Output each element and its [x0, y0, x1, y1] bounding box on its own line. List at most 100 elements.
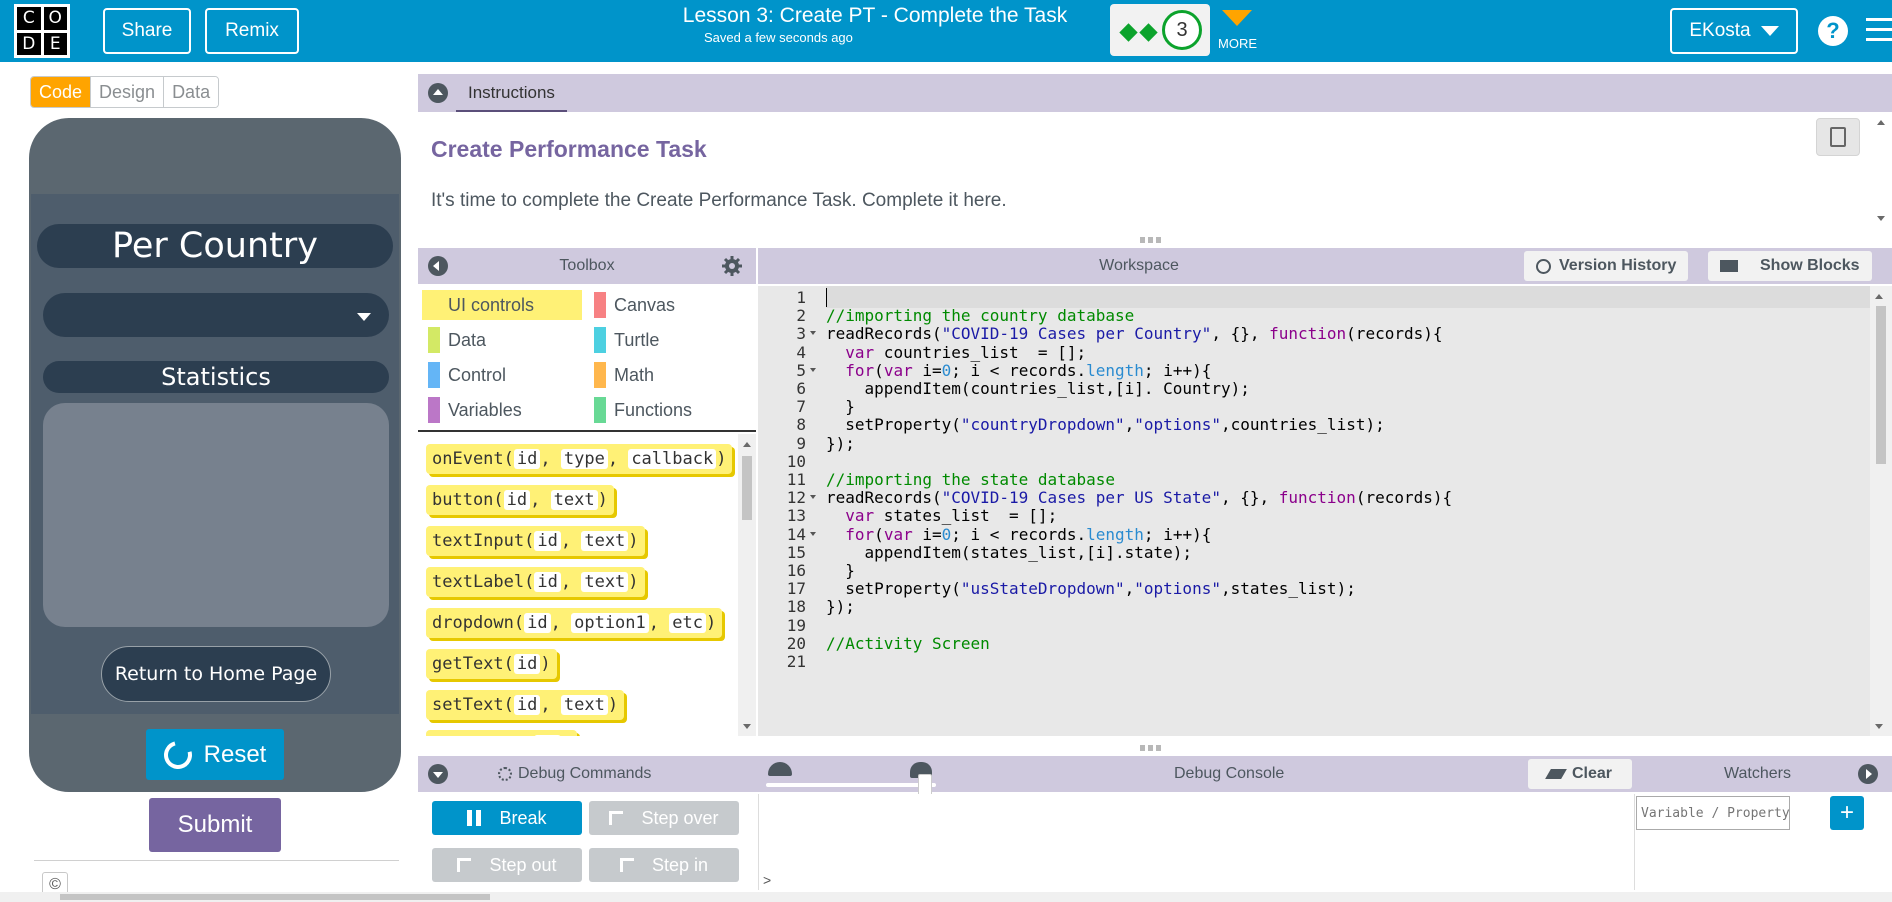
version-history-button[interactable]: Version History	[1524, 251, 1689, 281]
phone-frame: Per Country Statistics Return to Home Pa…	[29, 118, 401, 792]
instructions-tab[interactable]: Instructions	[456, 74, 567, 112]
statistics-text-area[interactable]	[43, 403, 389, 627]
resize-grip-icon[interactable]	[1140, 745, 1162, 751]
instructions-scrollbar[interactable]	[1872, 112, 1892, 230]
category-turtle[interactable]: Turtle	[588, 325, 748, 355]
scroll-up-icon[interactable]	[1875, 294, 1883, 299]
hamburger-menu-icon[interactable]	[1866, 18, 1892, 44]
gear-icon[interactable]	[722, 256, 742, 276]
scroll-up-icon[interactable]	[1877, 120, 1885, 125]
code-org-logo[interactable]: C O D E	[14, 4, 70, 58]
code-line[interactable]: var countries_list = [];	[826, 343, 1086, 362]
show-blocks-button[interactable]: Show Blocks	[1708, 251, 1872, 281]
watch-expression-input[interactable]	[1636, 796, 1790, 830]
clear-console-button[interactable]: Clear	[1528, 759, 1632, 789]
remix-button[interactable]: Remix	[205, 8, 299, 54]
block-settext[interactable]: setText(id, text)	[426, 690, 625, 720]
workspace-header: Workspace Version History Show Blocks	[758, 248, 1892, 284]
speed-slider[interactable]	[766, 762, 936, 796]
code-line[interactable]: setProperty("countryDropdown","options",…	[826, 415, 1384, 434]
code-line[interactable]: for(var i=0; i < records.length; i++){	[826, 361, 1211, 380]
scroll-down-icon[interactable]	[1877, 216, 1885, 221]
collapse-up-icon[interactable]	[428, 83, 448, 103]
fold-toggle-icon[interactable]	[810, 367, 816, 372]
help-icon[interactable]: ?	[1818, 16, 1848, 46]
category-functions[interactable]: Functions	[588, 395, 748, 425]
fold-toggle-icon[interactable]	[810, 331, 816, 336]
scrollbar-thumb[interactable]	[742, 456, 752, 520]
add-watch-button[interactable]: +	[1830, 796, 1864, 830]
toolbox-scrollbar[interactable]	[738, 434, 756, 736]
block-gettext[interactable]: getText(id)	[426, 649, 557, 679]
block-textlabel[interactable]: textLabel(id, text)	[426, 567, 645, 597]
block-dropdown[interactable]: dropdown(id, option1, etc)	[426, 608, 723, 638]
code-line[interactable]: for(var i=0; i < records.length; i++){	[826, 525, 1211, 544]
more-link[interactable]: MORE	[1218, 36, 1257, 51]
page-horizontal-scrollbar[interactable]	[0, 892, 1892, 902]
fold-toggle-icon[interactable]	[810, 531, 816, 536]
scroll-up-icon[interactable]	[743, 442, 751, 447]
block-onevent[interactable]: onEvent(id, type, callback)	[426, 444, 733, 474]
code-line[interactable]: appendItem(states_list,[i].state);	[826, 543, 1193, 562]
code-line[interactable]: appendItem(countries_list,[i]. Country);	[826, 379, 1250, 398]
data-mode-tab[interactable]: Data	[163, 77, 219, 107]
user-menu-button[interactable]: EKosta	[1670, 8, 1798, 54]
design-mode-tab[interactable]: Design	[90, 77, 164, 107]
category-label: Functions	[614, 400, 693, 420]
code-line[interactable]: });	[826, 597, 855, 616]
code-line[interactable]: }	[826, 561, 855, 580]
reset-button[interactable]: Reset	[146, 729, 284, 780]
country-dropdown[interactable]	[43, 293, 389, 337]
current-level-bubble[interactable]: 3	[1162, 10, 1202, 50]
share-button[interactable]: Share	[103, 8, 191, 54]
return-home-button[interactable]: Return to Home Page	[101, 646, 331, 702]
scrollbar-thumb[interactable]	[60, 894, 490, 900]
code-mode-tab[interactable]: Code	[31, 77, 91, 107]
code-line[interactable]: //importing the state database	[826, 470, 1115, 489]
code-line[interactable]: }	[826, 397, 855, 416]
workspace-title: Workspace	[1099, 257, 1179, 274]
category-math[interactable]: Math	[588, 360, 748, 390]
editor-scrollbar[interactable]	[1870, 286, 1892, 736]
category-ui-controls[interactable]: UI controls	[422, 290, 582, 320]
code-line[interactable]: readRecords("COVID-19 Cases per US State…	[826, 488, 1452, 507]
text-to-speech-icon[interactable]	[1816, 118, 1860, 156]
fold-toggle-icon[interactable]	[810, 495, 816, 500]
debug-console-output[interactable]: >	[758, 794, 1634, 890]
submit-button[interactable]: Submit	[149, 798, 281, 852]
scroll-down-icon[interactable]	[743, 724, 751, 729]
category-label: Data	[448, 330, 487, 350]
code-line[interactable]: //Activity Screen	[826, 634, 990, 653]
code-line[interactable]: //importing the country database	[826, 306, 1134, 325]
category-control[interactable]: Control	[422, 360, 582, 390]
completed-level-diamond[interactable]	[1139, 23, 1158, 42]
category-canvas[interactable]: Canvas	[588, 290, 748, 320]
code-line[interactable]: });	[826, 434, 855, 453]
code-editor[interactable]: 1 2 3 4 5 6 7 8 9 10 11 12 13 14 15 16 17 18 19 20 21 //impo…	[758, 286, 1870, 736]
category-data[interactable]: Data	[422, 325, 582, 355]
scroll-down-icon[interactable]	[1875, 724, 1883, 729]
completed-level-diamond[interactable]	[1119, 23, 1138, 42]
step-over-button[interactable]: Step over	[589, 801, 739, 835]
more-arrow-icon[interactable]	[1222, 10, 1252, 26]
step-out-button[interactable]: Step out	[432, 848, 582, 882]
code-line[interactable]: setProperty("usStateDropdown","options",…	[826, 579, 1356, 598]
toolbox-header: Toolbox	[418, 248, 756, 284]
expand-right-icon[interactable]	[1858, 764, 1878, 784]
resize-grip-icon[interactable]	[1140, 237, 1162, 243]
collapse-down-icon[interactable]	[428, 764, 448, 784]
block-button[interactable]: button(id, text)	[426, 485, 614, 515]
break-button[interactable]: Break	[432, 801, 582, 835]
code-line[interactable]: var states_list = [];	[826, 506, 1057, 525]
block-getnumber[interactable]: getNumber(id)	[426, 730, 578, 736]
scrollbar-thumb[interactable]	[1876, 306, 1886, 464]
top-header: C O D E Share Remix Lesson 3: Create PT …	[0, 0, 1892, 62]
slider-thumb[interactable]	[918, 774, 932, 796]
block-textinput[interactable]: textInput(id, text)	[426, 526, 645, 556]
mode-toggle: Code Design Data	[30, 76, 220, 108]
slider-track[interactable]	[766, 783, 936, 787]
logo-letter: O	[43, 7, 67, 30]
step-in-button[interactable]: Step in	[589, 848, 739, 882]
category-variables[interactable]: Variables	[422, 395, 582, 425]
code-line[interactable]: readRecords("COVID-19 Cases per Country"…	[826, 324, 1443, 343]
